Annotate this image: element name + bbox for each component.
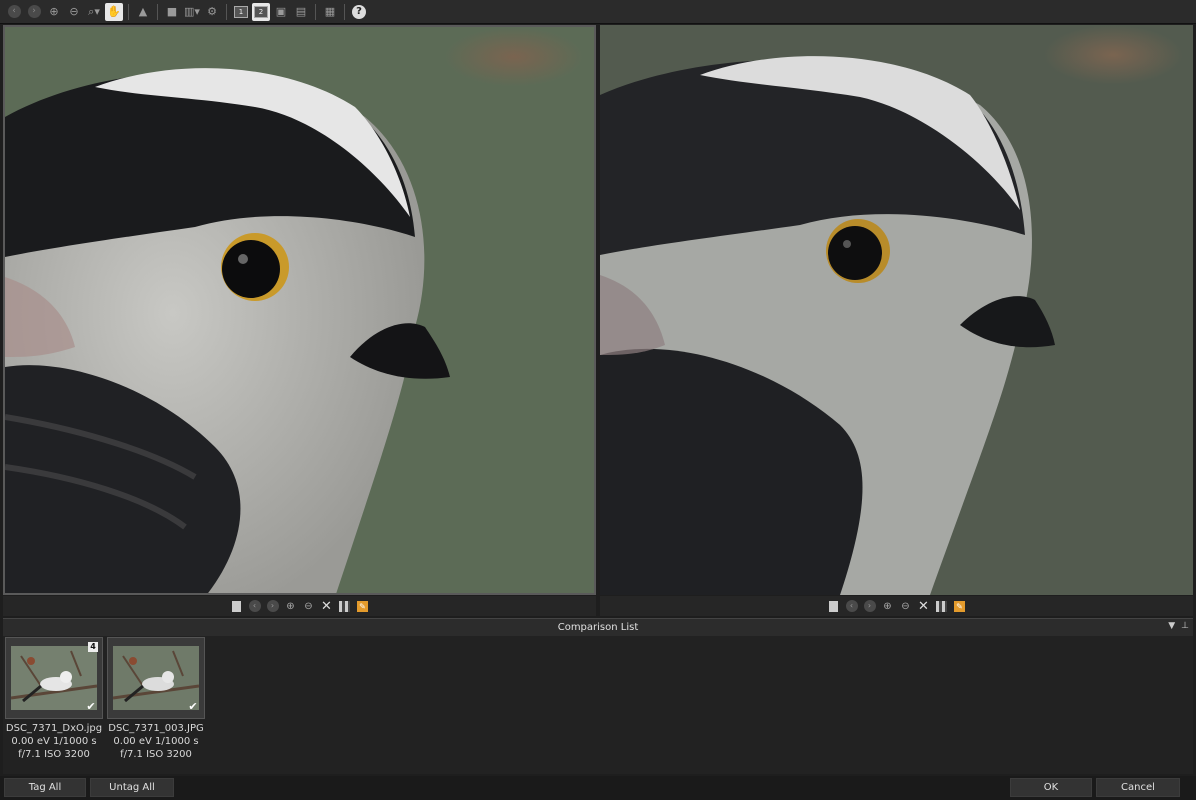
dialog-footer: Tag All Untag All OK Cancel (0, 776, 1196, 800)
help-icon[interactable]: ? (350, 3, 368, 21)
tag-all-button[interactable]: Tag All (4, 778, 86, 797)
grid-icon[interactable] (338, 599, 352, 613)
back-icon[interactable]: ‹ (5, 3, 23, 21)
forward-icon[interactable]: › (863, 599, 877, 613)
left-view-toolbar: ‹ › ⊕ ⊖ ✕ ✎ (3, 596, 596, 616)
thumbnail-caption: DSC_7371_003.JPG 0.00 eV 1/1000 s f/7.1 … (108, 723, 204, 760)
check-icon[interactable]: ✔ (85, 701, 97, 713)
document-icon[interactable] (827, 599, 841, 613)
dropdown-icon[interactable]: ▼ (1168, 621, 1175, 631)
close-icon[interactable]: ✕ (917, 599, 931, 614)
zoom-out-icon[interactable]: ⊖ (899, 599, 913, 613)
zoom-in-icon[interactable]: ⊕ (45, 3, 63, 21)
cancel-button[interactable]: Cancel (1096, 778, 1180, 797)
left-photo (5, 27, 594, 593)
zoom-in-icon[interactable]: ⊕ (881, 599, 895, 613)
grid-icon[interactable] (935, 599, 949, 613)
thumbnail-item[interactable]: ✔ (107, 637, 205, 719)
left-image-viewer[interactable] (3, 25, 596, 595)
zoom-out-icon[interactable]: ⊖ (302, 599, 316, 613)
display-icon[interactable]: ▦ (321, 3, 339, 21)
edit-icon[interactable]: ✎ (356, 599, 370, 613)
main-toolbar: ‹ › ⊕ ⊖ ⌕▾ ✋ ▲ ■ ▥▾ ⚙ 1 2 ▣ ▤ ▦ ? (0, 0, 1196, 24)
pan-hand-icon[interactable]: ✋ (105, 2, 123, 21)
single-view-icon[interactable]: 1 (232, 3, 250, 21)
zoom-dropdown-icon[interactable]: ⌕▾ (85, 3, 103, 21)
right-image-viewer[interactable] (600, 25, 1193, 595)
thumbnail-caption: DSC_7371_DxO.jpg 0.00 eV 1/1000 s f/7.1 … (5, 723, 103, 760)
settings-icon[interactable]: ⚙ (203, 3, 221, 21)
back-icon[interactable]: ‹ (248, 599, 262, 613)
forward-icon[interactable]: › (25, 3, 43, 21)
histogram-icon[interactable]: ▥▾ (183, 3, 201, 21)
close-icon[interactable]: ✕ (320, 599, 334, 614)
thumbnail-item[interactable]: 4 ✔ (5, 637, 103, 719)
edit-icon[interactable]: ✎ (953, 599, 967, 613)
panel-title: Comparison List (557, 622, 639, 633)
warning-icon[interactable]: ▲ (134, 3, 152, 21)
count-badge: 4 (88, 642, 98, 652)
right-photo (600, 25, 1193, 595)
zoom-in-icon[interactable]: ⊕ (284, 599, 298, 613)
back-icon[interactable]: ‹ (845, 599, 859, 613)
split-view-icon[interactable]: ▤ (292, 3, 310, 21)
check-icon[interactable]: ✔ (187, 701, 199, 713)
forward-icon[interactable]: › (266, 599, 280, 613)
untag-all-button[interactable]: Untag All (90, 778, 174, 797)
comparison-list-header: Comparison List ▼ ⊥ (3, 618, 1193, 636)
right-view-toolbar: ‹ › ⊕ ⊖ ✕ ✎ (600, 596, 1193, 616)
comparison-list: 4 ✔ DSC_7371_DxO.jpg 0.00 eV 1/1000 s f/… (3, 636, 1193, 774)
pin-icon[interactable]: ⊥ (1181, 621, 1189, 631)
document-icon[interactable] (230, 599, 244, 613)
dual-view-icon[interactable]: 2 (252, 2, 270, 21)
bird-image (600, 56, 1055, 595)
bird-image (5, 68, 450, 593)
ok-button[interactable]: OK (1010, 778, 1092, 797)
compare-view-icon[interactable]: ▣ (272, 3, 290, 21)
zoom-out-icon[interactable]: ⊖ (65, 3, 83, 21)
white-square-icon[interactable]: ■ (163, 3, 181, 21)
